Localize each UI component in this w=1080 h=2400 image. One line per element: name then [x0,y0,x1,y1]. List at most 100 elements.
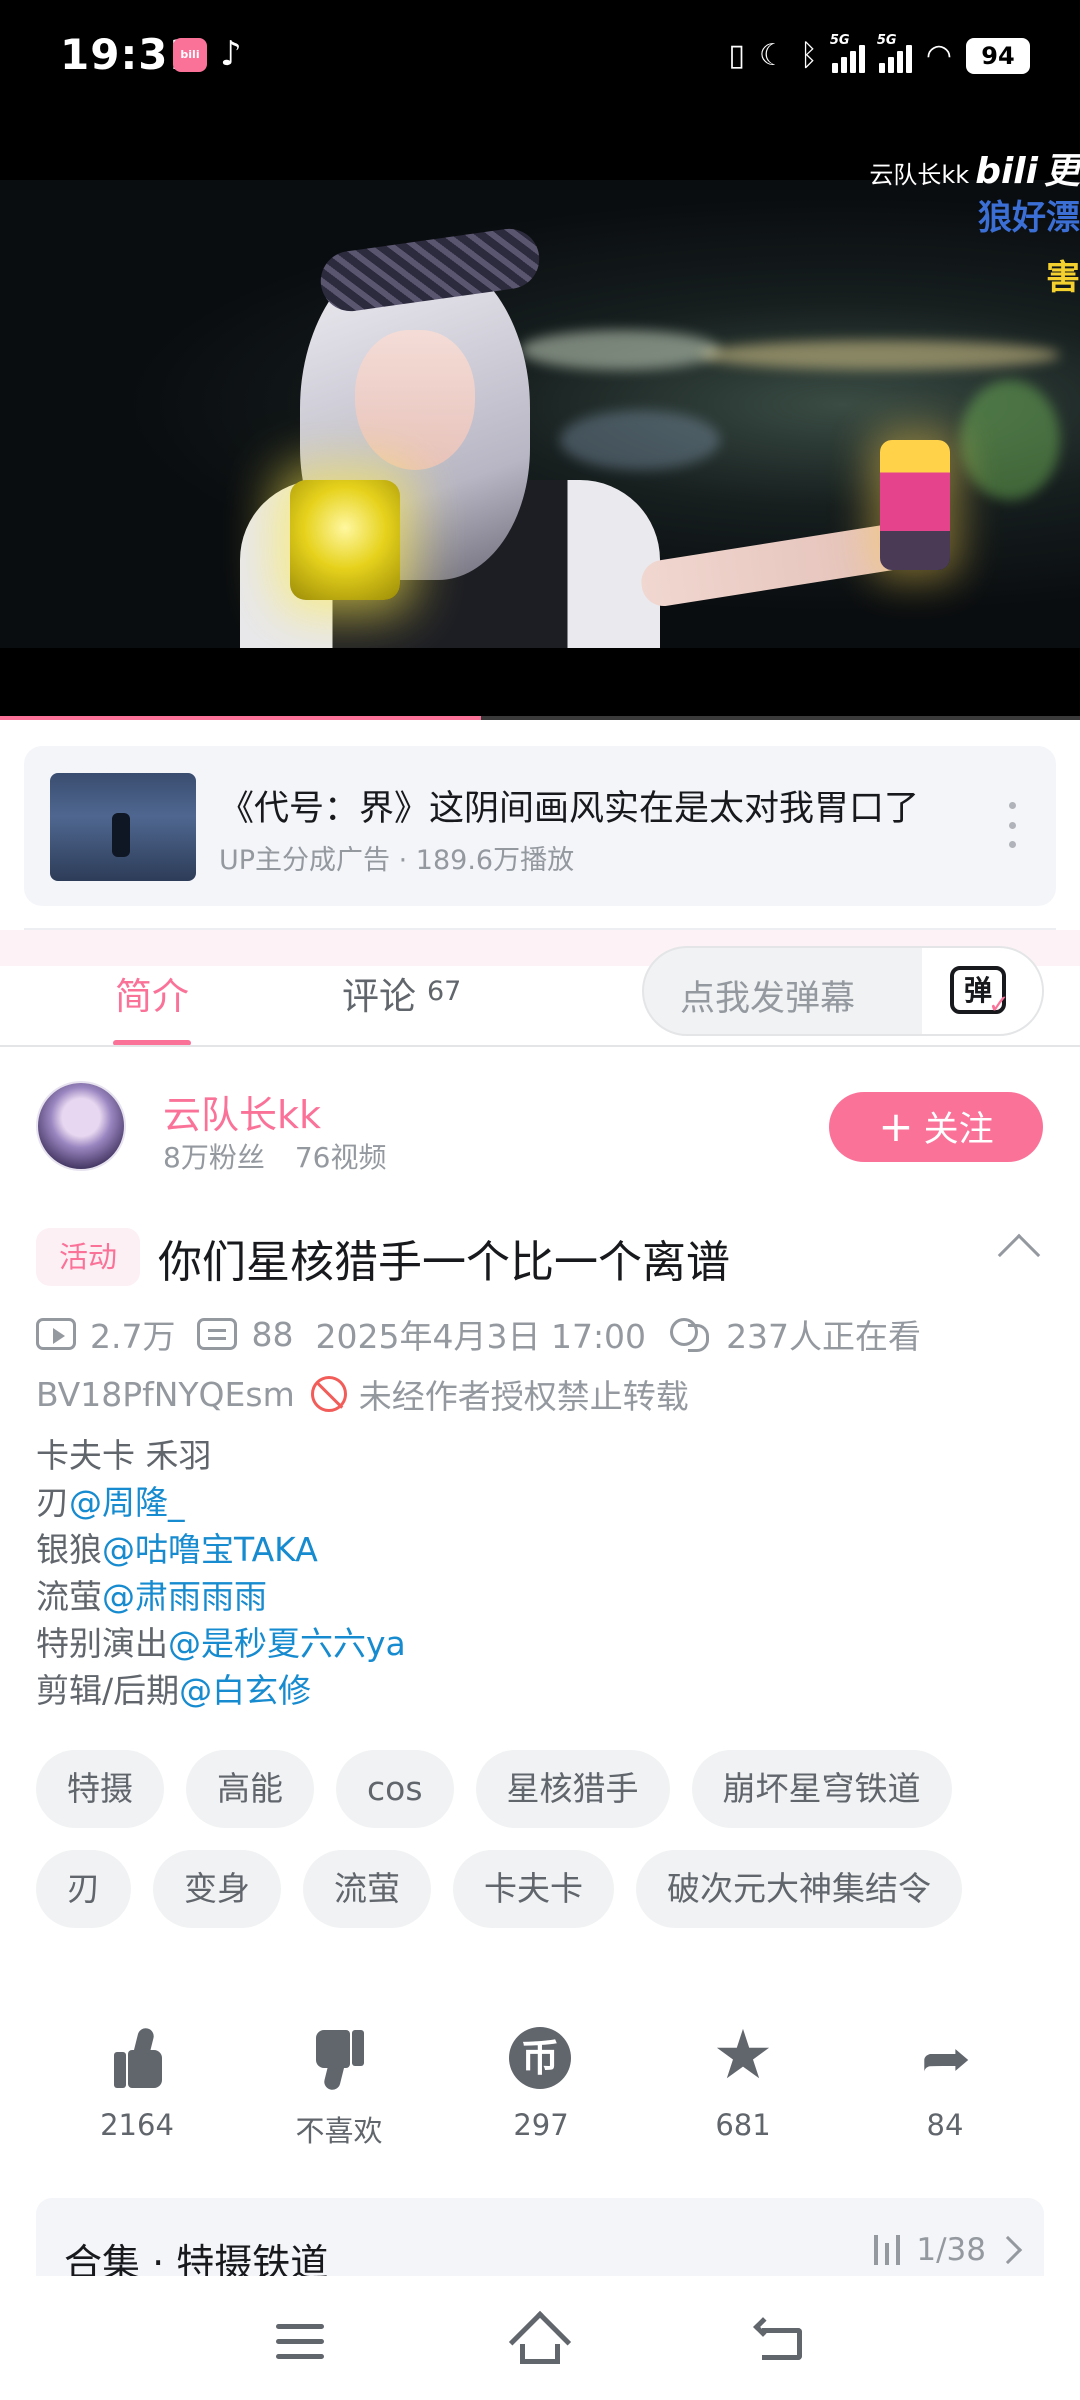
menu-icon[interactable] [276,2324,324,2360]
uploader-name[interactable]: 云队长kk [163,1084,321,1139]
tag-chip[interactable]: 高能 [186,1750,314,1828]
bilibili-app-icon: bili [173,38,207,72]
tag-chip[interactable]: 卡夫卡 [453,1850,614,1928]
like-count: 2164 [100,2108,174,2142]
collection-progress: 1/38 [916,2232,986,2268]
thumbs-down-icon [316,2028,364,2092]
battery-indicator: 94 [966,38,1030,74]
danmaku-count: 88 [251,1314,294,1354]
mention-link[interactable]: @是秒夏六六ya [168,1624,406,1663]
copyright-notice: 未经作者授权禁止转载 [358,1377,689,1416]
no-repost-icon [310,1376,347,1412]
signal-5g-icon: 5G [877,33,912,73]
avatar[interactable] [36,1081,126,1171]
video-description: 卡夫卡 禾羽 刃@周隆_ 银狼@咕噜宝TAKA 流萤@肃雨雨雨 特别演出@是秒夏… [36,1432,406,1714]
danmaku-comment: 害 [1046,258,1080,298]
like-button[interactable]: 2164 [72,2024,202,2144]
mention-link[interactable]: @白玄修 [179,1671,311,1710]
danmaku-input[interactable]: 点我发弹幕 弹 ✓ [642,946,1044,1036]
mention-link[interactable]: @肃雨雨雨 [102,1577,267,1616]
favorite-button[interactable]: ★ 681 [678,2018,808,2144]
share-button[interactable]: ➦ 84 [880,2024,1010,2144]
video-progress-bar[interactable] [0,716,1080,720]
tag-chip[interactable]: 特摄 [36,1750,164,1828]
follow-button[interactable]: + 关注 [829,1092,1043,1162]
danmaku-input-placeholder[interactable]: 点我发弹幕 [680,970,855,1021]
tag-list: 特摄 高能 cos 星核猎手 崩坏星穹铁道 刃 变身 流萤 卡夫卡 破次元大神集… [36,1750,1046,1950]
danmaku-toggle-button[interactable]: 弹 ✓ [922,948,1042,1034]
coin-icon: 币 [509,2027,571,2089]
content-tabs: 简介 评论 67 点我发弹幕 弹 ✓ [0,946,1080,1046]
watching-icon [668,1316,712,1352]
description-line: 剪辑/后期@白玄修 [36,1671,312,1710]
uploader-videos: 76视频 [294,1141,387,1174]
thumbs-up-icon [114,2026,162,2090]
divider [0,1045,1080,1047]
description-line: 流萤@肃雨雨雨 [36,1577,267,1616]
check-icon: ✓ [988,990,1010,1020]
video-frame[interactable] [0,180,1080,648]
star-icon: ★ [712,2016,774,2095]
description-line: 刃@周隆_ [36,1483,185,1522]
tab-intro[interactable]: 简介 [115,966,189,1020]
danmaku-count-icon [197,1318,238,1350]
favorite-count: 681 [715,2108,771,2142]
dislike-label: 不喜欢 [295,2114,383,2148]
activity-badge[interactable]: 活动 [36,1228,140,1286]
tag-chip[interactable]: 流萤 [303,1850,431,1928]
mention-link[interactable]: @周隆_ [69,1483,185,1522]
uploader-fans: 8万粉丝 [163,1141,265,1174]
coin-count: 297 [513,2108,569,2142]
uploader-stats: 8万粉丝 76视频 [163,1136,386,1176]
playlist-icon [872,2233,902,2267]
watching-count: 237人正在看 [726,1317,922,1356]
view-count: 2.7万 [90,1317,176,1356]
description-line: 卡夫卡 禾羽 [36,1436,212,1475]
moon-icon: ☾ [758,38,786,73]
plus-icon: + [878,1102,914,1151]
tag-chip[interactable]: 变身 [153,1850,281,1928]
action-bar: 2164 不喜欢 币 297 ★ 681 ➦ 84 [36,2018,1046,2149]
ad-title[interactable]: 《代号：界》这阴间画风实在是太对我胃口了 [219,780,919,831]
status-bar: 19:31 bili ♪ ▯ ☾ ᛒ 5G 5G ◠ 94 [0,0,1080,120]
follow-label: 关注 [923,1110,994,1150]
system-nav-bar [0,2276,1080,2400]
tag-chip[interactable]: 崩坏星穹铁道 [691,1750,952,1828]
description-line: 特别演出@是秒夏六六ya [36,1624,406,1663]
dislike-button[interactable]: 不喜欢 [274,2024,404,2148]
video-watermark: 云队长kk bili 更 [869,151,1080,192]
ad-thumbnail[interactable] [50,773,196,881]
chevron-right-icon [993,2235,1023,2265]
tag-chip[interactable]: cos [336,1750,454,1828]
description-line: 银狼@咕噜宝TAKA [36,1530,318,1569]
tag-chip[interactable]: 星核猎手 [475,1750,670,1828]
share-icon: ➦ [920,2029,972,2089]
tab-comments[interactable]: 评论 [342,966,416,1020]
mention-link[interactable]: @咕噜宝TAKA [102,1530,318,1569]
tag-chip[interactable]: 破次元大神集结令 [636,1850,962,1928]
video-player[interactable]: 云队长kk bili 更 狼好漂 害 [0,120,1080,720]
coin-button[interactable]: 币 297 [476,2024,606,2144]
bvid[interactable]: BV18PfNYQEsm [36,1375,295,1414]
video-meta: 2.7万 88 2025年4月3日 17:00 237人正在看 [36,1312,921,1356]
video-id-row: BV18PfNYQEsm 未经作者授权禁止转载 [36,1370,689,1418]
bluetooth-icon: ᛒ [799,38,818,73]
tag-chip[interactable]: 刃 [36,1850,131,1928]
wifi-icon: ◠ [925,38,952,73]
more-options-icon[interactable] [1006,802,1018,848]
ad-card[interactable]: 《代号：界》这阴间画风实在是太对我胃口了 UP主分成广告 · 189.6万播放 [24,746,1056,906]
play-count-icon [36,1318,76,1350]
vibrate-icon: ▯ [728,38,745,73]
tiktok-app-icon: ♪ [220,34,242,74]
video-title: 你们星核猎手一个比一个离谱 [158,1237,730,1288]
status-icons: ▯ ☾ ᛒ 5G 5G ◠ 94 [728,33,1030,78]
video-progress-fill [0,716,481,720]
signal-5g-icon: 5G [830,33,865,73]
back-icon[interactable] [753,2317,804,2362]
danmaku-comment: 狼好漂 [978,198,1080,238]
comments-count[interactable]: 67 [427,976,461,1007]
home-icon[interactable] [508,2310,572,2374]
share-count: 84 [926,2108,964,2142]
publish-date: 2025年4月3日 17:00 [315,1317,647,1356]
chevron-up-icon[interactable] [997,1233,1041,1277]
